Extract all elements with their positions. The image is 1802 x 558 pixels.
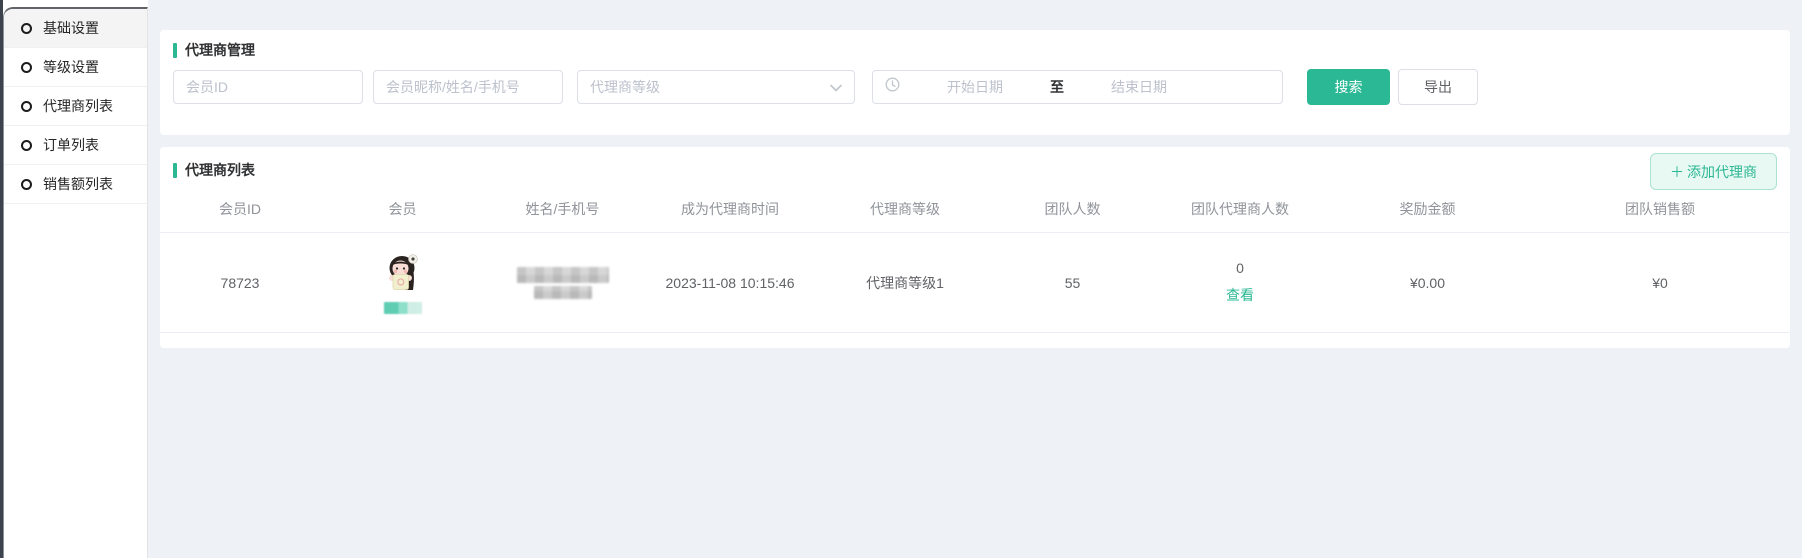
- table-row: 78723: [160, 233, 1790, 333]
- section-title-text: 代理商管理: [185, 40, 255, 60]
- add-agent-button[interactable]: ＋ 添加代理商: [1650, 153, 1777, 190]
- sidebar-item-label: 等级设置: [43, 57, 99, 77]
- radio-circle-icon: [21, 23, 32, 34]
- reward-amount-value: ¥0.00: [1325, 233, 1530, 332]
- chevron-down-icon: [830, 79, 842, 95]
- sidebar-item-label: 销售额列表: [43, 174, 113, 194]
- radio-circle-icon: [21, 62, 32, 73]
- agent-list-title: 代理商列表: [173, 160, 255, 180]
- agent-management-title: 代理商管理: [173, 40, 1777, 60]
- column-header-name-phone: 姓名/手机号: [485, 193, 640, 232]
- become-time-value: 2023-11-08 10:15:46: [640, 233, 820, 332]
- sidebar-item-label: 基础设置: [43, 18, 99, 38]
- radio-circle-icon: [21, 140, 32, 151]
- name-phone-cell: [485, 233, 640, 332]
- column-header-become-time: 成为代理商时间: [640, 193, 820, 232]
- agent-list-card: 代理商列表 ＋ 添加代理商 会员ID 会员 姓名/手机号 成为代理商时间 代理商…: [160, 147, 1790, 348]
- filter-row: 代理商等级 开始日期 至 结束日期 搜索 导出: [173, 69, 1777, 105]
- sidebar-item-agent-list[interactable]: 代理商列表: [4, 87, 147, 126]
- column-header-team-agent-count: 团队代理商人数: [1155, 193, 1325, 232]
- team-sales-value: ¥0: [1530, 233, 1790, 332]
- column-header-team-count: 团队人数: [990, 193, 1155, 232]
- add-agent-button-label: 添加代理商: [1687, 162, 1757, 182]
- agent-management-card: 代理商管理 代理商等级 开始日期 至 结束日期 搜索 导出: [160, 30, 1790, 135]
- date-range-picker[interactable]: 开始日期 至 结束日期: [872, 70, 1283, 104]
- member-cell: [320, 233, 485, 332]
- plus-icon: ＋: [1670, 162, 1684, 182]
- sidebar-item-sales-list[interactable]: 销售额列表: [4, 165, 147, 204]
- nickname-badge-redacted: [384, 302, 422, 314]
- main-content: 代理商管理 代理商等级 开始日期 至 结束日期 搜索 导出: [148, 0, 1802, 558]
- sidebar-item-label: 订单列表: [43, 135, 99, 155]
- name-redacted-block: [517, 267, 609, 283]
- column-header-team-sales: 团队销售额: [1530, 193, 1790, 232]
- agent-list-header: 代理商列表 ＋ 添加代理商: [160, 160, 1790, 190]
- radio-circle-icon: [21, 101, 32, 112]
- agent-level-select[interactable]: 代理商等级: [577, 70, 855, 104]
- agent-level-select-placeholder: 代理商等级: [590, 77, 660, 97]
- clock-icon: [885, 77, 900, 97]
- export-button[interactable]: 导出: [1398, 69, 1478, 105]
- search-button[interactable]: 搜索: [1307, 69, 1390, 105]
- section-accent-bar: [173, 163, 177, 178]
- sidebar-item-order-list[interactable]: 订单列表: [4, 126, 147, 165]
- column-header-member-id: 会员ID: [160, 193, 320, 232]
- nickname-name-phone-input[interactable]: [373, 70, 563, 104]
- phone-redacted-block: [534, 286, 592, 299]
- sidebar-item-label: 代理商列表: [43, 96, 113, 116]
- end-date-placeholder: 结束日期: [1064, 77, 1214, 97]
- member-id-value: 78723: [160, 233, 320, 332]
- view-link[interactable]: 查看: [1226, 285, 1254, 305]
- avatar-wrap: [384, 252, 422, 314]
- team-agent-count-cell: 0 查看: [1155, 233, 1325, 332]
- member-avatar: [385, 252, 421, 297]
- section-accent-bar: [173, 43, 177, 58]
- team-agent-count-value: 0: [1236, 260, 1244, 276]
- column-header-agent-level: 代理商等级: [820, 193, 990, 232]
- start-date-placeholder: 开始日期: [900, 77, 1050, 97]
- date-separator-label: 至: [1050, 77, 1064, 97]
- radio-circle-icon: [21, 179, 32, 190]
- sidebar-item-level-settings[interactable]: 等级设置: [4, 48, 147, 87]
- section-title-text: 代理商列表: [185, 160, 255, 180]
- table-header-row: 会员ID 会员 姓名/手机号 成为代理商时间 代理商等级 团队人数 团队代理商人…: [160, 193, 1790, 233]
- team-count-value: 55: [990, 233, 1155, 332]
- column-header-reward-amount: 奖励金额: [1325, 193, 1530, 232]
- sidebar-item-basic-settings[interactable]: 基础设置: [4, 9, 147, 48]
- column-header-member: 会员: [320, 193, 485, 232]
- member-id-input[interactable]: [173, 70, 363, 104]
- sidebar: 基础设置 等级设置 代理商列表 订单列表 销售额列表: [3, 7, 148, 558]
- agent-level-value: 代理商等级1: [820, 233, 990, 332]
